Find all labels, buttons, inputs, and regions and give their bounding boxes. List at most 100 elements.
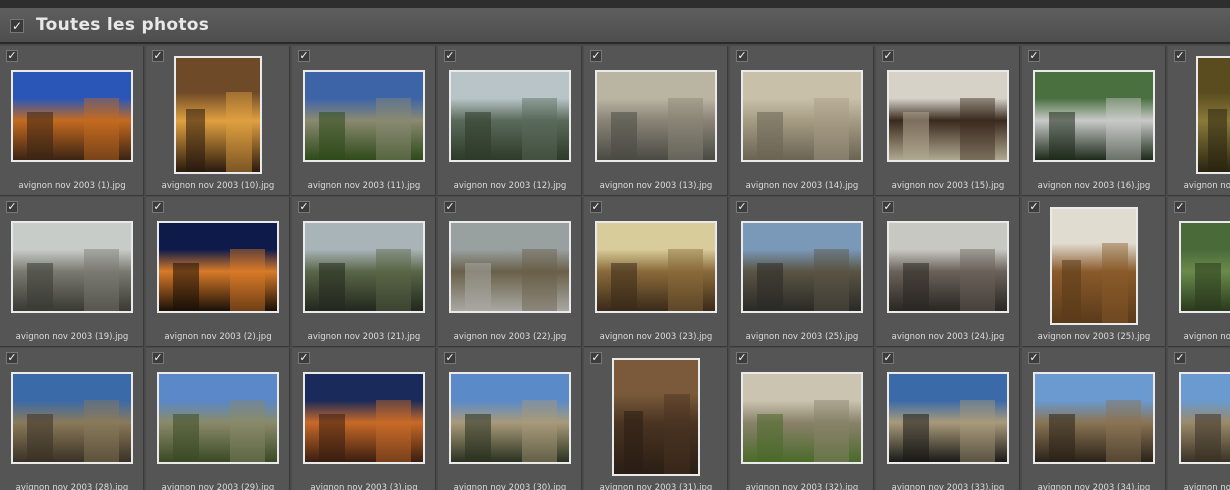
photo-caption: avignon nov 2003 (30).jpg [453, 483, 567, 490]
photo-thumbnail[interactable] [449, 372, 571, 464]
photo-select-checkbox[interactable]: ✓ [444, 50, 456, 62]
photo-thumbnail[interactable] [1179, 372, 1230, 464]
photo-caption: avignon nov 2003 (24).jpg [891, 332, 1005, 342]
photo-select-checkbox[interactable]: ✓ [444, 201, 456, 213]
photo-thumbnail[interactable] [449, 221, 571, 313]
photo-select-checkbox[interactable]: ✓ [736, 352, 748, 364]
select-all-checkbox[interactable]: ✓ [10, 19, 24, 33]
photo-shape [1102, 243, 1128, 323]
photo-thumbnail[interactable] [174, 56, 262, 174]
photo-thumbnail[interactable] [595, 70, 717, 162]
photo-tile[interactable]: ✓ avignon nov 2003 (35).jpg [1168, 348, 1230, 490]
photo-select-checkbox[interactable]: ✓ [298, 352, 310, 364]
photo-tile[interactable]: ✓ avignon nov 2003 (30).jpg [438, 348, 582, 490]
photo-tile[interactable]: ✓ avignon nov 2003 (32).jpg [730, 348, 874, 490]
photo-select-checkbox[interactable]: ✓ [152, 352, 164, 364]
photo-select-checkbox[interactable]: ✓ [298, 201, 310, 213]
photo-thumbnail[interactable] [612, 358, 700, 476]
photo-select-checkbox[interactable]: ✓ [1028, 352, 1040, 364]
photo-shape [813, 249, 850, 311]
photo-select-checkbox[interactable]: ✓ [882, 201, 894, 213]
photo-select-checkbox[interactable]: ✓ [6, 50, 18, 62]
photo-tile[interactable]: ✓ avignon nov 2003 (23).jpg [584, 197, 728, 347]
photo-select-checkbox[interactable]: ✓ [444, 352, 456, 364]
photo-tile[interactable]: ✓ avignon nov 2003 (1).jpg [0, 46, 144, 196]
photo-thumbnail[interactable] [303, 70, 425, 162]
photo-caption: avignon nov 2003 (3).jpg [310, 483, 418, 490]
photo-tile[interactable]: ✓ avignon nov 2003 (10).jpg [146, 46, 290, 196]
photo-tile[interactable]: ✓ avignon nov 2003 (26).jpg [1168, 197, 1230, 347]
photo-thumbnail[interactable] [157, 221, 279, 313]
photo-select-checkbox[interactable]: ✓ [6, 352, 18, 364]
photo-tile[interactable]: ✓ avignon nov 2003 (29).jpg [146, 348, 290, 490]
photo-select-checkbox[interactable]: ✓ [882, 50, 894, 62]
photo-tile[interactable]: ✓ avignon nov 2003 (14).jpg [730, 46, 874, 196]
photo-tile[interactable]: ✓ avignon nov 2003 (31).jpg [584, 348, 728, 490]
photo-select-checkbox[interactable]: ✓ [882, 352, 894, 364]
photo-tile[interactable]: ✓ avignon nov 2003 (3).jpg [292, 348, 436, 490]
photo-thumbnail[interactable] [11, 221, 133, 313]
photo-select-checkbox[interactable]: ✓ [152, 50, 164, 62]
photo-tile[interactable]: ✓ avignon nov 2003 (21).jpg [292, 197, 436, 347]
photo-caption: avignon nov 2003 (12).jpg [453, 181, 567, 191]
photo-shape [173, 413, 200, 462]
photo-caption: avignon nov 2003 (2).jpg [164, 332, 272, 342]
photo-caption: avignon nov 2003 (28).jpg [15, 483, 129, 490]
photo-tile[interactable]: ✓ avignon nov 2003 (2).jpg [146, 197, 290, 347]
photo-thumbnail[interactable] [1179, 221, 1230, 313]
photo-thumbnail[interactable] [887, 70, 1009, 162]
photo-thumbnail[interactable] [303, 372, 425, 464]
photo-tile[interactable]: ✓ avignon nov 2003 (13).jpg [584, 46, 728, 196]
photo-thumbnail[interactable] [741, 221, 863, 313]
photo-tile[interactable]: ✓ avignon nov 2003 (15).jpg [876, 46, 1020, 196]
photo-tile[interactable]: ✓ avignon nov 2003 (17).jpg [1168, 46, 1230, 196]
photo-shape [465, 413, 492, 462]
photo-tile[interactable]: ✓ avignon nov 2003 (34).jpg [1022, 348, 1166, 490]
photo-thumbnail[interactable] [303, 221, 425, 313]
photo-thumbnail[interactable] [1033, 372, 1155, 464]
photo-select-checkbox[interactable]: ✓ [590, 50, 602, 62]
photo-tile[interactable]: ✓ avignon nov 2003 (12).jpg [438, 46, 582, 196]
photo-select-checkbox[interactable]: ✓ [736, 201, 748, 213]
photo-select-checkbox[interactable]: ✓ [1174, 50, 1186, 62]
photo-select-checkbox[interactable]: ✓ [1174, 352, 1186, 364]
photo-thumbnail[interactable] [887, 372, 1009, 464]
photo-select-checkbox[interactable]: ✓ [736, 50, 748, 62]
photo-tile[interactable]: ✓ avignon nov 2003 (11).jpg [292, 46, 436, 196]
photo-thumbnail[interactable] [157, 372, 279, 464]
photo-caption: avignon nov 2003 (22).jpg [453, 332, 567, 342]
photo-select-checkbox[interactable]: ✓ [590, 352, 602, 364]
photo-tile[interactable]: ✓ avignon nov 2003 (22).jpg [438, 197, 582, 347]
photo-shape [959, 249, 996, 311]
photo-select-checkbox[interactable]: ✓ [6, 201, 18, 213]
photo-tile[interactable]: ✓ avignon nov 2003 (28).jpg [0, 348, 144, 490]
photo-thumbnail[interactable] [1050, 207, 1138, 325]
photo-tile[interactable]: ✓ avignon nov 2003 (16).jpg [1022, 46, 1166, 196]
photo-select-checkbox[interactable]: ✓ [1028, 201, 1040, 213]
photo-select-checkbox[interactable]: ✓ [298, 50, 310, 62]
photo-tile[interactable]: ✓ avignon nov 2003 (33).jpg [876, 348, 1020, 490]
photo-select-checkbox[interactable]: ✓ [1174, 201, 1186, 213]
photo-thumbnail[interactable] [1033, 70, 1155, 162]
photo-select-checkbox[interactable]: ✓ [1028, 50, 1040, 62]
photo-shape [903, 413, 930, 462]
photo-thumbnail[interactable] [741, 70, 863, 162]
photo-thumbnail[interactable] [741, 372, 863, 464]
photo-shape [465, 111, 492, 160]
photo-thumbnail[interactable] [11, 70, 133, 162]
photo-tile[interactable]: ✓ avignon nov 2003 (25).jpg [1022, 197, 1166, 347]
photo-thumbnail[interactable] [887, 221, 1009, 313]
photo-thumbnail[interactable] [1196, 56, 1230, 174]
photo-thumbnail[interactable] [11, 372, 133, 464]
photo-tile[interactable]: ✓ avignon nov 2003 (25).jpg [730, 197, 874, 347]
album-header: ✓ Toutes les photos [0, 8, 1230, 44]
photo-thumbnail[interactable] [595, 221, 717, 313]
photo-select-checkbox[interactable]: ✓ [152, 201, 164, 213]
photo-shape [959, 98, 996, 160]
photo-shape [1208, 109, 1227, 172]
photo-tile[interactable]: ✓ avignon nov 2003 (24).jpg [876, 197, 1020, 347]
photo-caption: avignon nov 2003 (10).jpg [161, 181, 275, 191]
photo-select-checkbox[interactable]: ✓ [590, 201, 602, 213]
photo-thumbnail[interactable] [449, 70, 571, 162]
photo-tile[interactable]: ✓ avignon nov 2003 (19).jpg [0, 197, 144, 347]
